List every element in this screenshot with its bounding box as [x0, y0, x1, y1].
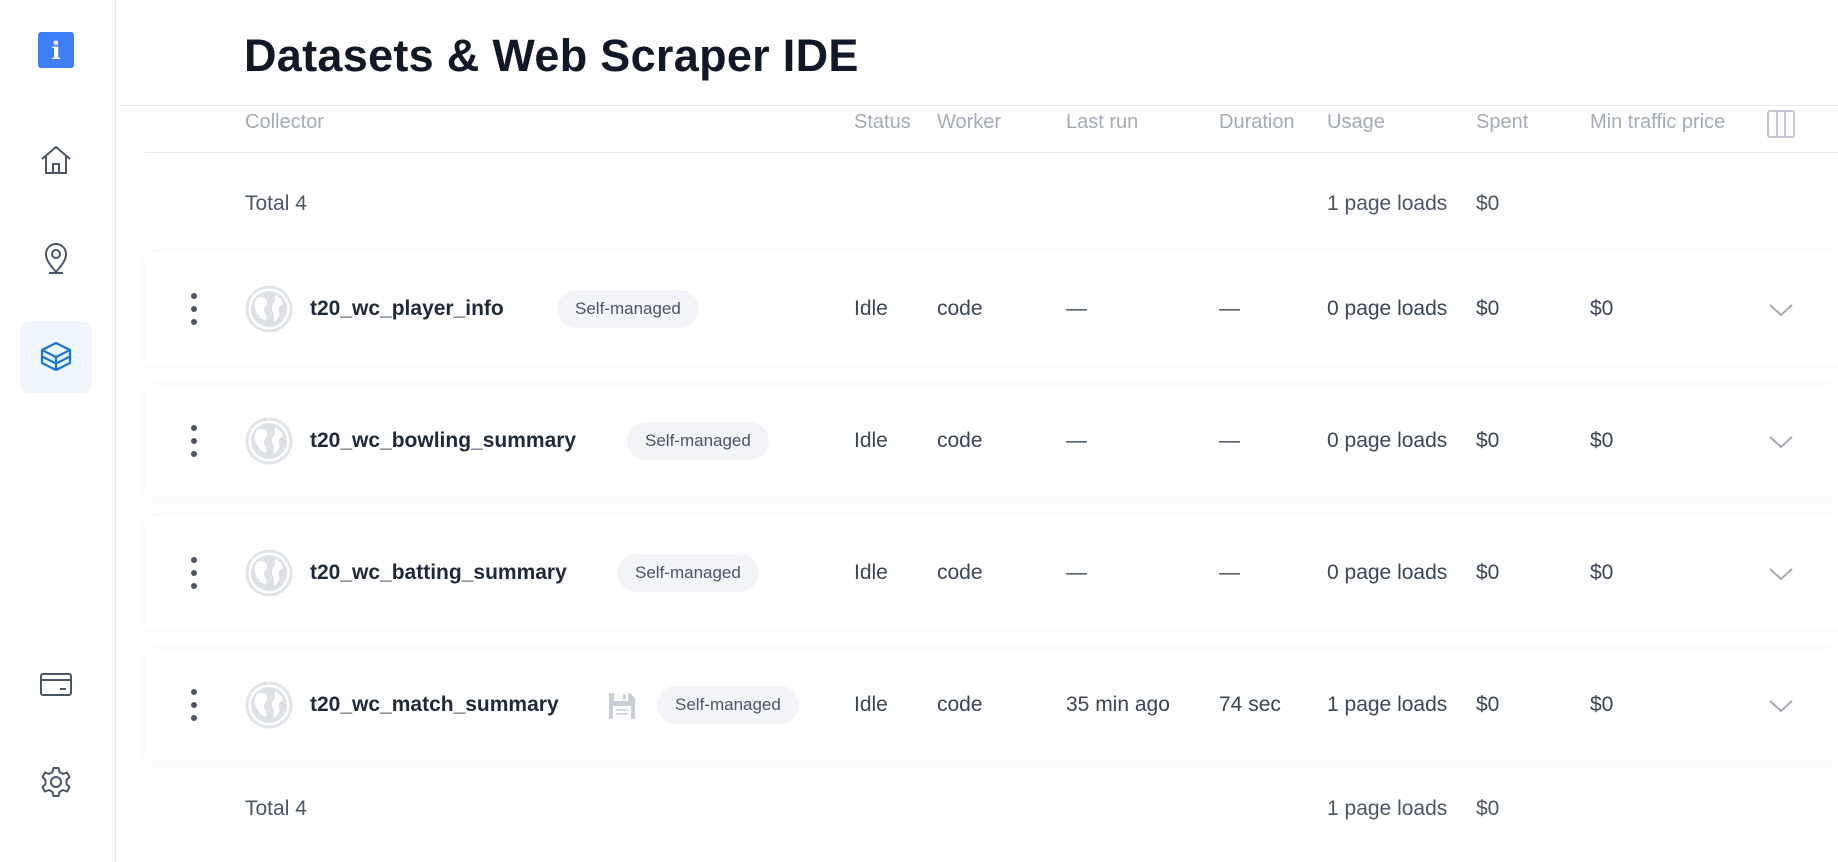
status-cell: Idle [854, 297, 888, 320]
billing-card-icon [40, 673, 72, 696]
location-pin-icon [44, 243, 68, 274]
last-run-cell: 35 min ago [1066, 693, 1170, 716]
total-usage: 1 page loads [1327, 192, 1448, 215]
col-worker[interactable]: Worker [937, 106, 1001, 152]
col-duration[interactable]: Duration [1219, 106, 1295, 152]
chevron-down-icon[interactable] [1767, 560, 1795, 588]
status-cell: Idle [854, 429, 888, 452]
total-usage: 1 page loads [1327, 797, 1448, 820]
row-menu-kebab-icon[interactable] [188, 293, 200, 325]
globe-icon [245, 417, 293, 465]
col-last-run[interactable]: Last run [1066, 106, 1138, 152]
col-collector[interactable]: Collector [245, 106, 324, 152]
total-label: Total 4 [245, 192, 307, 215]
table-row[interactable]: t20_wc_player_info Self-managed Idle cod… [145, 253, 1838, 365]
worker-cell: code [937, 429, 983, 452]
self-managed-badge: Self-managed [657, 686, 799, 724]
collector-name[interactable]: t20_wc_player_info [310, 253, 504, 365]
spent-cell: $0 [1476, 429, 1500, 452]
total-spent: $0 [1476, 192, 1500, 215]
duration-cell: — [1219, 297, 1240, 320]
col-min-traffic-price[interactable]: Min traffic price [1590, 106, 1725, 152]
self-managed-badge: Self-managed [617, 554, 759, 592]
total-row-top: Total 4 1 page loads $0 [0, 184, 1838, 224]
col-spent[interactable]: Spent [1476, 106, 1528, 152]
last-run-cell: — [1066, 297, 1087, 320]
usage-cell: 0 page loads [1327, 429, 1448, 452]
row-menu-kebab-icon[interactable] [188, 689, 200, 721]
usage-cell: 0 page loads [1327, 561, 1448, 584]
usage-cell: 0 page loads [1327, 297, 1448, 320]
home-icon [41, 146, 71, 174]
spent-cell: $0 [1476, 297, 1500, 320]
collector-name[interactable]: t20_wc_batting_summary [310, 517, 567, 629]
status-cell: Idle [854, 693, 888, 716]
duration-cell: 74 sec [1219, 693, 1281, 716]
last-run-cell: — [1066, 429, 1087, 452]
total-spent: $0 [1476, 797, 1500, 820]
worker-cell: code [937, 297, 983, 320]
row-menu-kebab-icon[interactable] [188, 425, 200, 457]
page-title: Datasets & Web Scraper IDE [244, 30, 859, 81]
table-row[interactable]: t20_wc_batting_summary Self-managed Idle… [145, 517, 1838, 629]
min-price-cell: $0 [1590, 297, 1614, 320]
table-row[interactable]: t20_wc_bowling_summary Self-managed Idle… [145, 385, 1838, 497]
globe-icon [245, 681, 293, 729]
spent-cell: $0 [1476, 561, 1500, 584]
worker-cell: code [937, 693, 983, 716]
globe-icon [245, 549, 293, 597]
last-run-cell: — [1066, 561, 1087, 584]
self-managed-badge: Self-managed [627, 422, 769, 460]
duration-cell: — [1219, 561, 1240, 584]
min-price-cell: $0 [1590, 429, 1614, 452]
collector-name[interactable]: t20_wc_match_summary [310, 649, 559, 761]
collector-name[interactable]: t20_wc_bowling_summary [310, 385, 576, 497]
datasets-layers-icon [40, 341, 72, 372]
sidebar: i [0, 0, 116, 862]
nav-locations[interactable] [20, 222, 92, 294]
row-menu-kebab-icon[interactable] [188, 557, 200, 589]
app-root: i Datasets & Web Scraper IDE Collector S… [0, 0, 1838, 862]
table-header: Collector Status Worker Last run Duratio… [145, 106, 1838, 153]
col-status[interactable]: Status [854, 106, 911, 152]
nav-datasets[interactable] [20, 321, 92, 393]
total-label: Total 4 [245, 797, 307, 820]
nav-billing[interactable] [20, 648, 92, 720]
worker-cell: code [937, 561, 983, 584]
globe-icon [245, 285, 293, 333]
logo-glyph: i [51, 35, 61, 65]
total-row-bottom: Total 4 1 page loads $0 [0, 789, 1838, 829]
columns-toggle-icon[interactable] [1767, 110, 1795, 138]
chevron-down-icon[interactable] [1767, 428, 1795, 456]
info-logo-icon[interactable]: i [38, 32, 74, 68]
status-cell: Idle [854, 561, 888, 584]
page-header: Datasets & Web Scraper IDE [120, 0, 1838, 106]
chevron-down-icon[interactable] [1767, 296, 1795, 324]
col-usage[interactable]: Usage [1327, 106, 1385, 152]
min-price-cell: $0 [1590, 693, 1614, 716]
table-row[interactable]: t20_wc_match_summary Self-managed Idle c… [145, 649, 1838, 761]
save-floppy-icon[interactable] [607, 691, 637, 721]
usage-cell: 1 page loads [1327, 693, 1448, 716]
min-price-cell: $0 [1590, 561, 1614, 584]
self-managed-badge: Self-managed [557, 290, 699, 328]
spent-cell: $0 [1476, 693, 1500, 716]
chevron-down-icon[interactable] [1767, 692, 1795, 720]
duration-cell: — [1219, 429, 1240, 452]
